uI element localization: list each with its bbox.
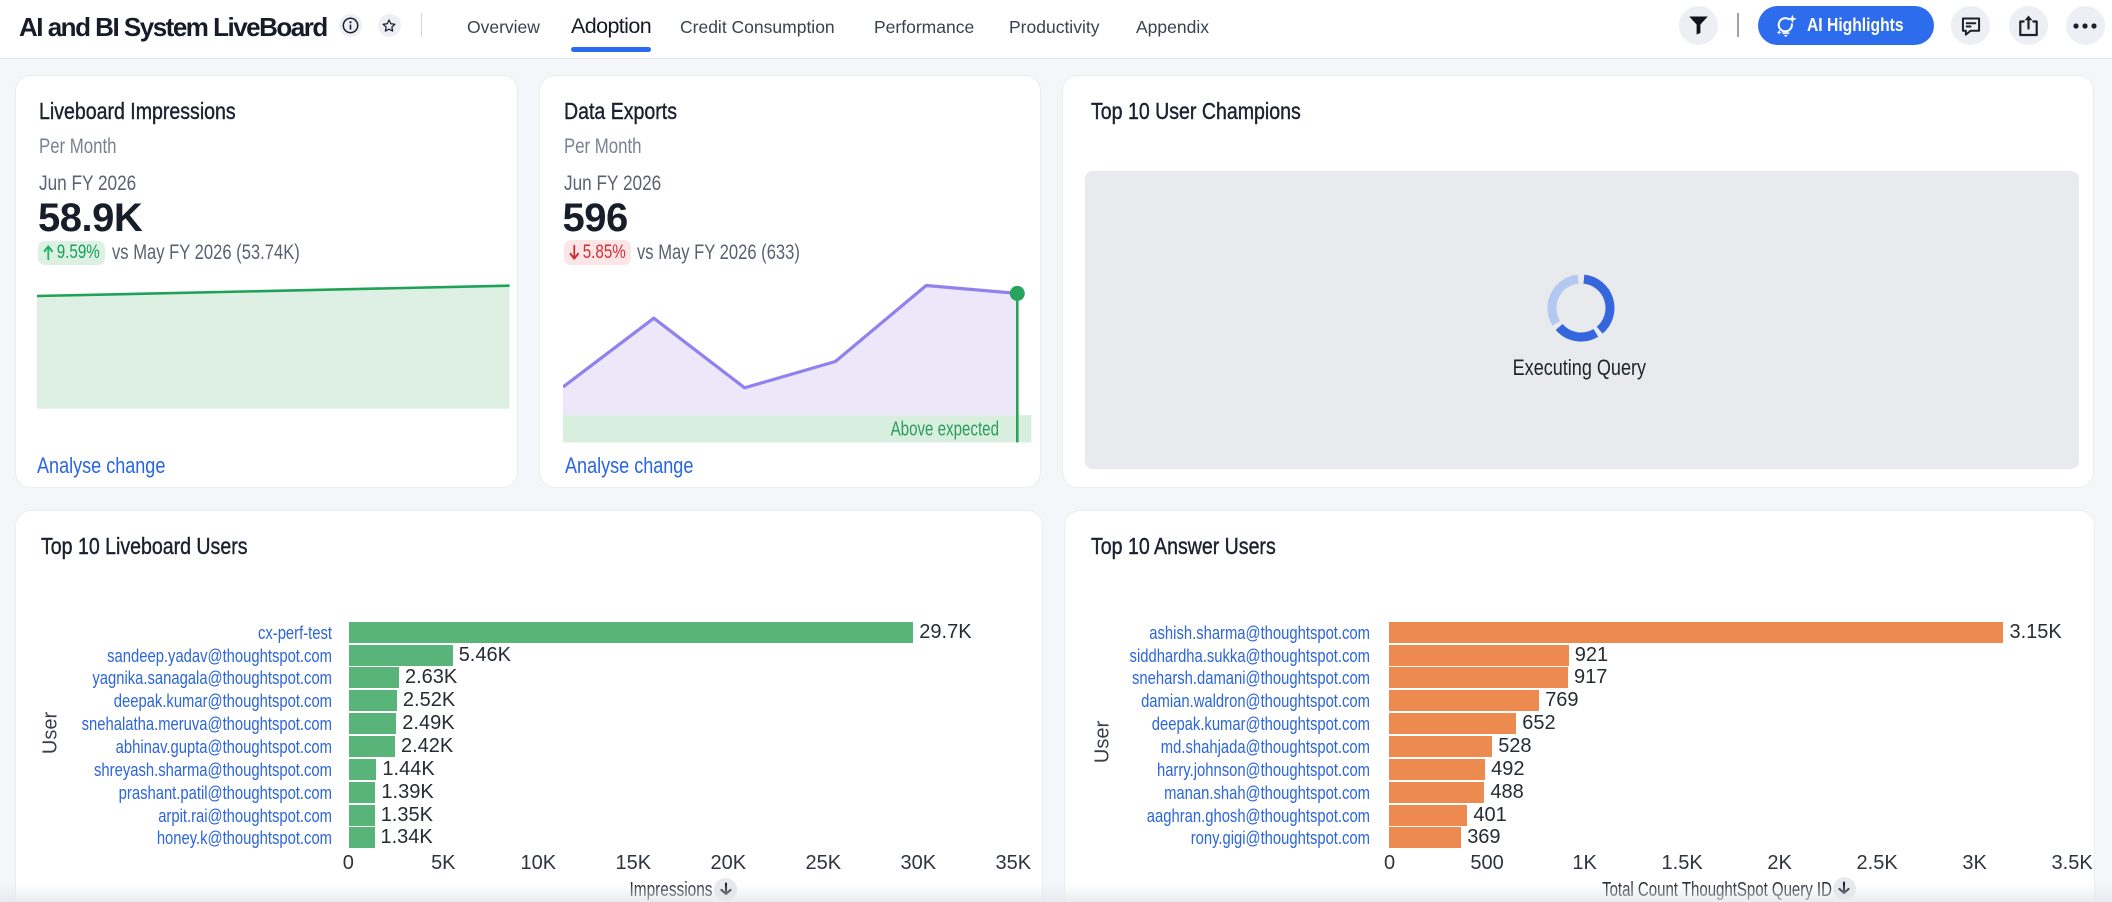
svg-text:Above expected: Above expected [890,419,998,441]
